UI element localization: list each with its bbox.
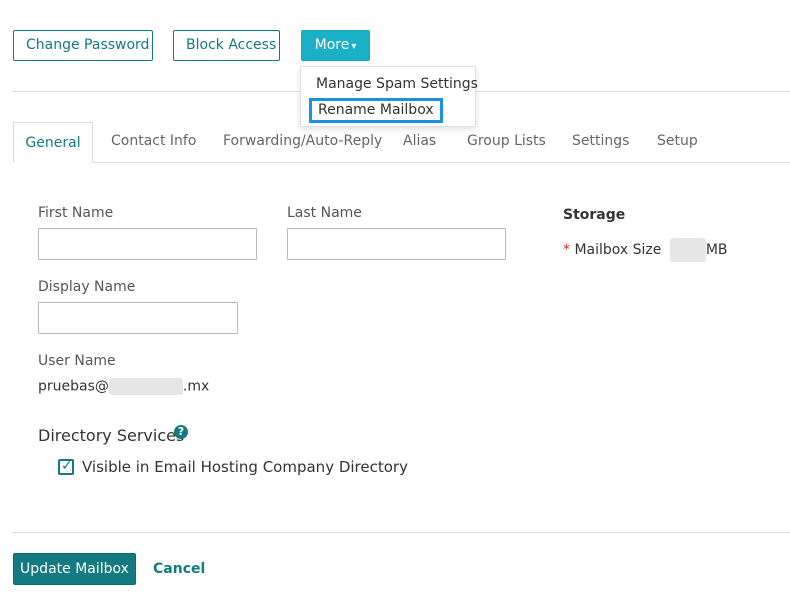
more-button[interactable]: More ▾ [301,30,370,61]
required-marker: * [563,242,570,258]
mailbox-size-input[interactable] [669,238,706,262]
cancel-link[interactable]: Cancel [153,561,205,577]
help-icon[interactable]: ? [174,425,188,439]
visible-directory-label: Visible in Email Hosting Company Directo… [82,458,408,476]
tab-settings[interactable]: Settings [572,133,629,149]
first-name-field[interactable] [38,228,257,260]
visible-directory-checkbox[interactable]: ✓ [58,458,74,475]
last-name-label: Last Name [287,205,362,221]
user-name-prefix: pruebas@ [38,378,109,395]
user-name-label: User Name [38,353,116,369]
first-name-label: First Name [38,205,114,221]
mailbox-size-label: Mailbox Size [574,242,662,258]
last-name-field[interactable] [287,228,506,260]
tab-contact-info[interactable]: Contact Info [111,133,196,149]
mailbox-size-row: * Mailbox Size MB [563,238,728,262]
block-access-button[interactable]: Block Access [173,30,280,61]
check-icon: ✓ [61,458,73,474]
more-dropdown-menu: Manage Spam Settings Rename Mailbox [300,66,478,127]
display-name-label: Display Name [38,279,136,295]
user-name-suffix: .mx [182,378,210,395]
tab-group-lists[interactable]: Group Lists [467,133,546,149]
mailbox-size-unit: MB [705,242,728,258]
more-button-label: More [314,37,350,53]
tabs-underline [13,162,790,163]
user-name-value: pruebas@ .mx [38,378,209,395]
tab-forwarding-auto-reply[interactable]: Forwarding/Auto-Reply [223,133,382,149]
display-name-field[interactable] [38,302,238,334]
change-password-button[interactable]: Change Password [13,30,153,61]
update-mailbox-button[interactable]: Update Mailbox [13,553,136,585]
tab-setup[interactable]: Setup [657,133,698,149]
menu-item-manage-spam-settings[interactable]: Manage Spam Settings [316,76,478,92]
storage-title: Storage [563,207,626,223]
menu-item-rename-mailbox[interactable]: Rename Mailbox [309,98,443,123]
footer-divider [13,532,790,533]
tab-general[interactable]: General [13,122,93,163]
directory-services-title: Directory Services [38,426,185,445]
chevron-down-icon: ▾ [351,41,357,52]
redacted-domain [108,378,183,395]
tab-alias[interactable]: Alias [403,133,436,149]
